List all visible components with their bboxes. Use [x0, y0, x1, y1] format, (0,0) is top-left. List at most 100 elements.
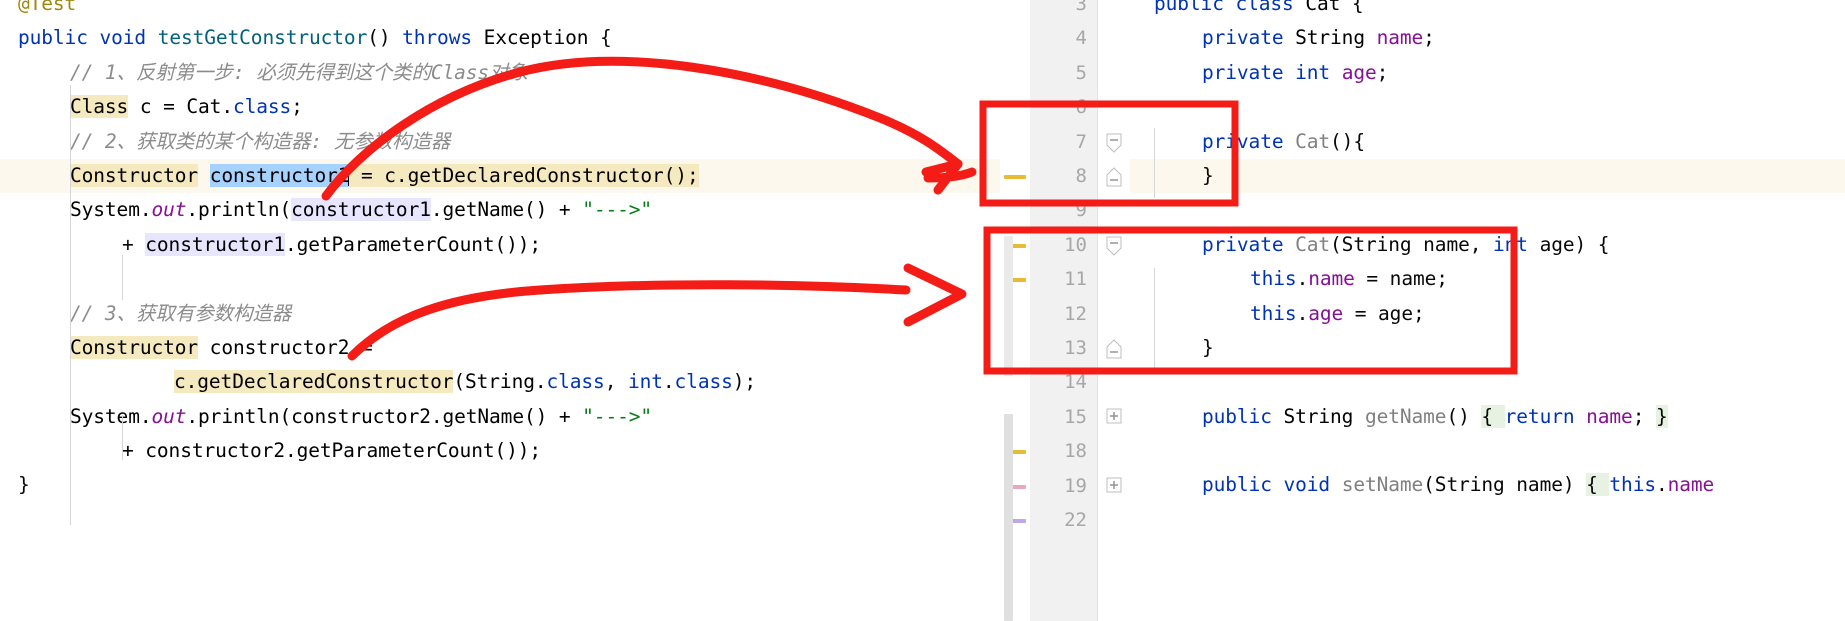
code-line[interactable]: } — [0, 468, 858, 502]
fold-toggle-minus-end-icon[interactable] — [1106, 167, 1122, 187]
code-line[interactable]: Constructor constructor2 = — [0, 331, 858, 365]
code-token: .getName() + — [430, 198, 583, 222]
code-token: } — [1202, 335, 1214, 359]
code-token: Constructor — [70, 335, 199, 359]
code-line[interactable] — [0, 262, 858, 296]
code-line-content: } — [1154, 336, 1214, 359]
left-code-editor[interactable]: @Test public void testGetConstructor() th… — [0, 0, 858, 621]
code-line[interactable]: public class Cat { — [1130, 0, 1845, 21]
code-token: private — [1202, 129, 1296, 153]
fold-toggle-plus-icon[interactable] — [1106, 477, 1122, 495]
code-line[interactable]: private Cat(String name, int age) { — [1130, 228, 1845, 262]
code-line[interactable] — [1130, 503, 1845, 537]
code-token: (){ — [1330, 129, 1365, 153]
code-line[interactable]: this.name = name; — [1130, 262, 1845, 296]
code-line[interactable]: Class c = Cat.class; — [0, 90, 858, 124]
code-token: constructor1 — [145, 232, 285, 256]
code-line[interactable] — [1130, 90, 1845, 124]
code-line[interactable]: @Test — [0, 0, 858, 21]
code-line[interactable]: System.out.println(constructor1.getName(… — [0, 193, 858, 227]
editor-scrollbar-thumb[interactable] — [1004, 414, 1013, 621]
code-line-content — [18, 267, 82, 290]
change-marker[interactable] — [1004, 175, 1026, 179]
fold-toggle-minus-icon[interactable] — [1106, 133, 1122, 153]
code-line-content — [1154, 198, 1166, 221]
code-line-content: + constructor2.getParameterCount()); — [18, 439, 541, 462]
code-line-content: } — [1154, 164, 1214, 187]
code-token: .println( — [186, 198, 292, 222]
code-line-content: Constructor constructor2 = — [18, 335, 373, 359]
code-line[interactable]: // 2、获取类的某个构造器: 无参数构造器 — [0, 125, 858, 159]
code-line[interactable] — [1130, 365, 1845, 399]
code-line[interactable]: // 1、反射第一步: 必须先得到这个类的Class对象 — [0, 56, 858, 90]
code-line[interactable]: public void setName(String name) { this.… — [1130, 468, 1845, 502]
code-line[interactable]: private int age; — [1130, 56, 1845, 90]
code-token: return — [1504, 404, 1575, 428]
right-code-text[interactable]: public class Cat {private String name; pr… — [1130, 0, 1845, 537]
code-line[interactable]: Constructor constructor1 = c.getDeclared… — [0, 158, 858, 194]
code-line[interactable]: private String name; — [1130, 21, 1845, 55]
left-code-text[interactable]: @Test public void testGetConstructor() th… — [0, 0, 858, 503]
code-token: int — [627, 370, 663, 394]
code-token: Cat — [1305, 0, 1341, 15]
code-token: (String name, — [1330, 232, 1494, 256]
code-folding-column[interactable] — [1098, 0, 1130, 621]
code-line-content — [1154, 370, 1166, 393]
line-number: 12 — [1064, 302, 1087, 325]
code-line-content: public void testGetConstructor() throws … — [18, 26, 612, 49]
code-line[interactable]: + constructor2.getParameterCount()); — [0, 434, 858, 468]
line-number: 4 — [1075, 27, 1087, 50]
code-token: (String. — [453, 370, 547, 394]
code-token: c.getDeclaredConstructor — [174, 370, 454, 394]
indent-guide — [122, 415, 123, 460]
code-line-content: System.out.println(constructor1.getName(… — [18, 198, 653, 222]
code-line-content: public class Cat { — [1154, 0, 1364, 15]
screenshot-root: @Test public void testGetConstructor() th… — [0, 0, 1845, 621]
code-line-content: c.getDeclaredConstructor(String.class, i… — [18, 370, 756, 394]
code-token: System. — [70, 198, 152, 222]
code-token: = age; — [1343, 301, 1425, 325]
code-token: private — [1202, 26, 1296, 50]
code-token: class — [546, 370, 605, 394]
code-line[interactable] — [1130, 434, 1845, 468]
code-token: "--->" — [582, 198, 653, 222]
code-token: ; — [1423, 26, 1435, 50]
code-token: public — [1154, 0, 1236, 15]
fold-toggle-plus-icon[interactable] — [1106, 408, 1122, 426]
code-line[interactable]: } — [1130, 331, 1845, 365]
code-token: testGetConstructor — [157, 26, 368, 50]
code-line[interactable]: + constructor1.getParameterCount()); — [0, 228, 858, 262]
code-token: public — [18, 26, 100, 50]
right-code-editor[interactable]: 3 4 5 6 7 8 9 10 11 12 13 14 15 18 19 22 public class C… — [858, 0, 1845, 621]
code-token: .getParameterCount()); — [284, 232, 542, 256]
code-line[interactable] — [1130, 193, 1845, 227]
code-line-content: // 2、获取类的某个构造器: 无参数构造器 — [18, 130, 450, 153]
code-line[interactable]: } — [1130, 158, 1845, 194]
code-token: this — [1250, 301, 1297, 325]
code-line[interactable]: System.out.println(constructor2.getName(… — [0, 400, 858, 434]
code-line-content: @Test — [18, 0, 76, 15]
line-number: 10 — [1064, 233, 1087, 256]
code-token: getName — [1364, 404, 1447, 428]
code-token: . — [1655, 473, 1668, 497]
code-token: , — [604, 370, 628, 394]
code-token: () — [367, 26, 403, 50]
editor-scrollbar-track[interactable] — [1004, 236, 1013, 376]
code-token: setName — [1341, 473, 1424, 497]
code-line[interactable]: private Cat(){ — [1130, 125, 1845, 159]
code-line[interactable]: public void testGetConstructor() throws … — [0, 21, 858, 55]
fold-toggle-minus-icon[interactable] — [1106, 236, 1122, 256]
code-line[interactable]: this.age = age; — [1130, 297, 1845, 331]
code-line[interactable]: public String getName() { return name; } — [1130, 400, 1845, 434]
code-line-content: Constructor constructor1 = c.getDeclared… — [18, 163, 699, 187]
code-token: age — [1341, 60, 1377, 84]
fold-toggle-minus-end-icon[interactable] — [1106, 339, 1122, 359]
code-line[interactable]: c.getDeclaredConstructor(String.class, i… — [0, 365, 858, 399]
code-token: this — [1609, 473, 1656, 497]
code-line-content: private Cat(String name, int age) { — [1154, 232, 1610, 256]
code-line-content: this.age = age; — [1154, 302, 1425, 325]
code-token: @Test — [18, 0, 77, 15]
line-number: 6 — [1075, 96, 1087, 119]
line-number-gutter[interactable]: 3 4 5 6 7 8 9 10 11 12 13 14 15 18 19 22 — [1030, 0, 1098, 621]
code-line[interactable]: // 3、获取有参数构造器 — [0, 297, 858, 331]
